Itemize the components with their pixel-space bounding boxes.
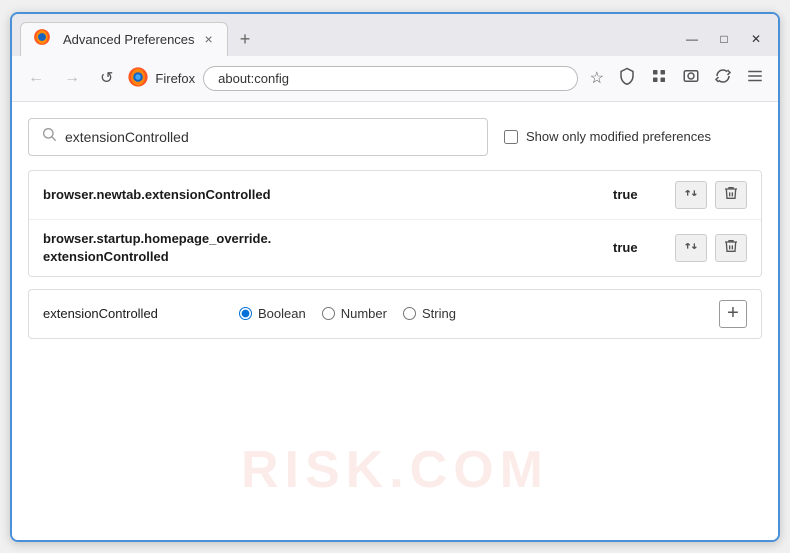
minimize-button[interactable]: — [678,28,706,50]
extension-icon [650,72,668,89]
firefox-icon [127,66,149,91]
toggle-button-1[interactable] [675,181,707,209]
pref-name-2-line2: extensionControlled [43,248,601,266]
radio-string-text: String [422,306,456,321]
tab-favicon [33,28,55,50]
content-area: RISK.COM Show only modified preferences [12,102,778,540]
pref-actions-2 [675,234,747,262]
pref-name-1: browser.newtab.extensionControlled [43,187,601,202]
pref-value-2: true [613,240,663,255]
close-button[interactable]: ✕ [742,28,770,50]
back-icon: ← [28,69,44,87]
add-pref-button[interactable]: + [719,300,747,328]
radio-boolean-label[interactable]: Boolean [239,306,306,321]
nav-bar: ← → ↺ Firefox about:config ☆ [12,56,778,102]
shield-icon [618,72,636,89]
shield-button[interactable] [614,63,640,94]
active-tab: Advanced Preferences × [20,22,228,56]
radio-number-text: Number [341,306,387,321]
show-modified-checkbox[interactable] [504,130,518,144]
forward-button[interactable]: → [58,65,86,91]
tab-bar: Advanced Preferences × + — □ ✕ [12,14,778,56]
new-pref-name: extensionControlled [43,306,223,321]
menu-button[interactable] [742,63,768,94]
type-radio-group: Boolean Number String [239,306,703,321]
tab-title: Advanced Preferences [63,32,195,47]
show-modified-label[interactable]: Show only modified preferences [504,129,711,144]
browser-window: Advanced Preferences × + — □ ✕ ← → ↺ [10,12,780,542]
pref-name-2-line1: browser.startup.homepage_override. [43,230,601,248]
pref-actions-1 [675,181,747,209]
radio-number-label[interactable]: Number [322,306,387,321]
radio-string[interactable] [403,307,416,320]
pref-search-box [28,118,488,156]
refresh-button[interactable]: ↺ [94,64,119,92]
search-row: Show only modified preferences [28,118,762,156]
radio-number[interactable] [322,307,335,320]
delete-icon-2 [723,238,739,258]
extension-button[interactable] [646,63,672,94]
search-icon [41,126,57,147]
table-row: browser.startup.homepage_override. exten… [29,220,761,276]
pref-value-1: true [613,187,663,202]
new-tab-button[interactable]: + [232,25,259,54]
window-controls: — □ ✕ [678,28,770,56]
bookmark-button[interactable]: ☆ [586,64,608,92]
forward-icon: → [64,69,80,87]
hamburger-icon [746,72,764,89]
sync-button[interactable] [710,63,736,94]
browser-name: Firefox [155,71,195,86]
pref-name-2: browser.startup.homepage_override. exten… [43,230,601,266]
add-pref-row: extensionControlled Boolean Number Strin… [28,289,762,339]
delete-button-2[interactable] [715,234,747,262]
delete-button-1[interactable] [715,181,747,209]
toggle-icon-1 [683,185,699,205]
toggle-button-2[interactable] [675,234,707,262]
restore-button[interactable]: □ [710,28,738,50]
refresh-icon: ↺ [100,68,113,88]
sync-icon [714,72,732,89]
back-button[interactable]: ← [22,65,50,91]
table-row: browser.newtab.extensionControlled true [29,171,761,220]
address-text: about:config [218,71,289,86]
nav-icons-right: ☆ [586,63,768,94]
bookmark-icon: ☆ [590,70,604,87]
radio-boolean[interactable] [239,307,252,320]
screenshot-button[interactable] [678,63,704,94]
browser-logo: Firefox [127,66,195,91]
toggle-icon-2 [683,238,699,258]
delete-icon-1 [723,185,739,205]
radio-string-label[interactable]: String [403,306,456,321]
address-bar[interactable]: about:config [203,66,578,91]
tab-close-button[interactable]: × [203,31,215,47]
pref-results-table: browser.newtab.extensionControlled true [28,170,762,277]
screenshot-icon [682,72,700,89]
search-input[interactable] [65,129,475,145]
radio-boolean-text: Boolean [258,306,306,321]
watermark: RISK.COM [241,440,549,500]
show-modified-text: Show only modified preferences [526,129,711,144]
